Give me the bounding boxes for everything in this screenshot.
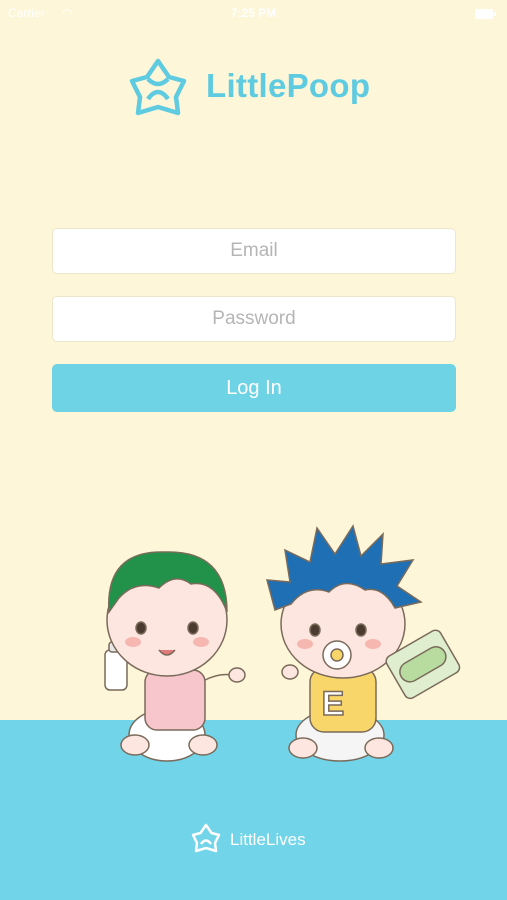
app-logo: LittlePoop — [126, 55, 386, 119]
login-button[interactable]: Log In — [52, 364, 456, 412]
footer-logo: LittleLives — [190, 820, 330, 856]
footer-brand: LittleLives — [230, 830, 306, 849]
battery-icon — [475, 9, 496, 19]
baby-blue-hair: E — [265, 524, 461, 762]
shirt-letter: E — [322, 685, 345, 723]
babies-illustration: E — [104, 524, 461, 762]
email-field[interactable] — [52, 228, 456, 274]
status-bar: Carrier ◠ 7:25 PM — [0, 0, 507, 28]
littlepoop-logo-icon — [129, 58, 187, 116]
baby-green-hair — [104, 551, 246, 762]
littlelives-logo-icon — [191, 823, 221, 853]
app-name: LittlePoop — [206, 67, 371, 104]
password-field[interactable] — [52, 296, 456, 342]
status-time: 7:25 PM — [230, 6, 277, 20]
